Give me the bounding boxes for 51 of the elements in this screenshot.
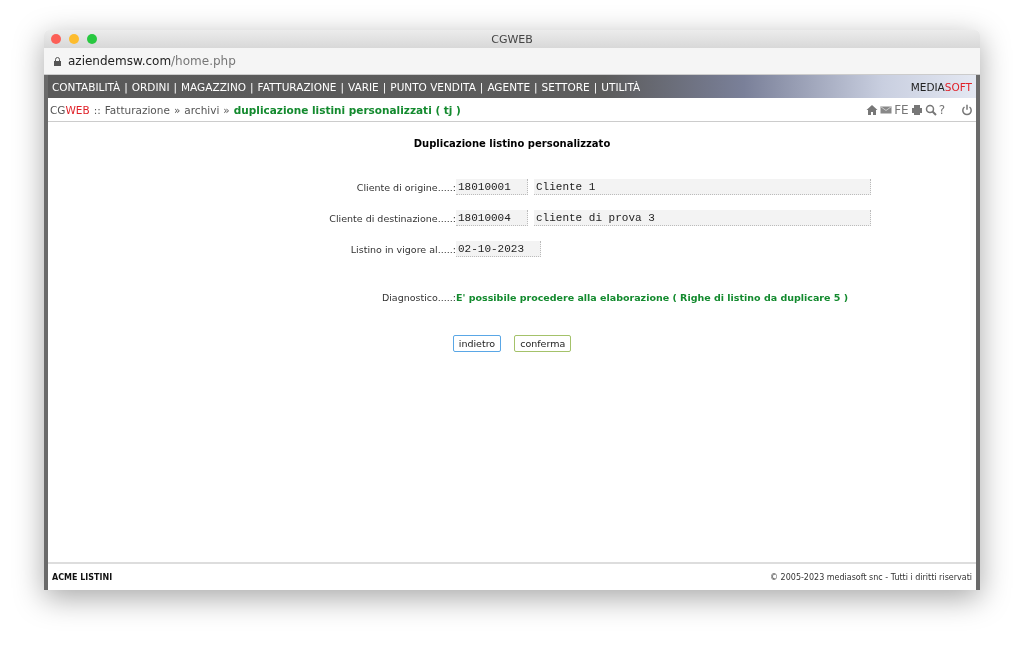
field-label: Cliente di origine.....: [355,181,456,193]
breadcrumb-separator: :: [93,103,101,116]
menu-separator: | [124,80,128,93]
home-icon[interactable] [866,103,879,116]
menu-item[interactable]: SETTORE [541,80,590,93]
search-icon[interactable] [924,103,937,116]
confirm-button[interactable]: conferma [514,335,572,352]
lock-icon [54,56,61,66]
toolbar-link[interactable]: FE [894,102,909,117]
menu-item[interactable]: CONTABILITÀ [52,80,121,93]
menu-item[interactable]: VARIE [348,80,379,93]
menu-separator: | [250,80,254,93]
menu-separator: | [382,80,387,93]
url-text: aziendemsw.com/home.php [68,54,236,68]
field-label: Diagnostico.....: [380,292,456,303]
field-label: Listino in vigore al.....: [349,243,456,255]
input-field[interactable]: Cliente 1 [534,179,871,195]
breadcrumb-arrow: » [223,103,230,116]
input-field[interactable]: cliente di prova 3 [534,210,871,226]
menu-separator: | [173,80,178,93]
menu-item[interactable]: AGENTE [487,80,531,93]
power-icon[interactable] [961,103,973,116]
back-button[interactable]: indietro [452,335,502,352]
menu-item[interactable]: MAGAZZINO [181,80,247,93]
menu-item[interactable]: UTILITÀ [601,80,641,93]
address-bar[interactable]: aziendemsw.com/home.php [44,48,980,75]
menu-item[interactable]: PUNTO VENDITA [390,80,476,93]
breadcrumb-link[interactable]: archivi [184,103,220,116]
brand-logo: MEDIASOFT [910,80,972,93]
date-field[interactable]: 02-10-2023 [456,241,541,257]
menu-separator: | [534,80,538,93]
form-title: Duplicazione listino personalizzato [413,138,611,149]
mail-icon[interactable] [880,103,893,116]
footer-app-name: ACME LISTINI [52,572,113,582]
toolbar-link[interactable]: ? [938,102,945,117]
app-name: CGWEB [50,103,90,116]
menu-separator: | [340,80,344,93]
diagnostic-message: E' possibile procedere alla elaborazione ( Righe di listino da duplicare 5 ) [456,292,850,303]
menu-separator: | [593,80,598,93]
menu-separator: | [479,80,484,93]
input-field[interactable]: 18010004 [456,210,528,226]
field-label: Cliente di destinazione.....: [328,212,456,224]
copyright-text: © 2005-2023 mediasoft snc - Tutti i diritti riservati [770,572,972,582]
window-title: CGWEB [491,32,533,46]
menu-item[interactable]: ORDINI [131,80,170,93]
breadcrumb-link[interactable]: Fatturazione [104,103,170,116]
breadcrumb-arrow: » [173,103,181,116]
breadcrumb-current: duplicazione listini personalizzati ( tj ) [233,103,461,116]
close-button[interactable] [51,34,61,44]
menu-item[interactable]: FATTURAZIONE [257,80,337,93]
input-field[interactable]: 18010001 [456,179,528,195]
